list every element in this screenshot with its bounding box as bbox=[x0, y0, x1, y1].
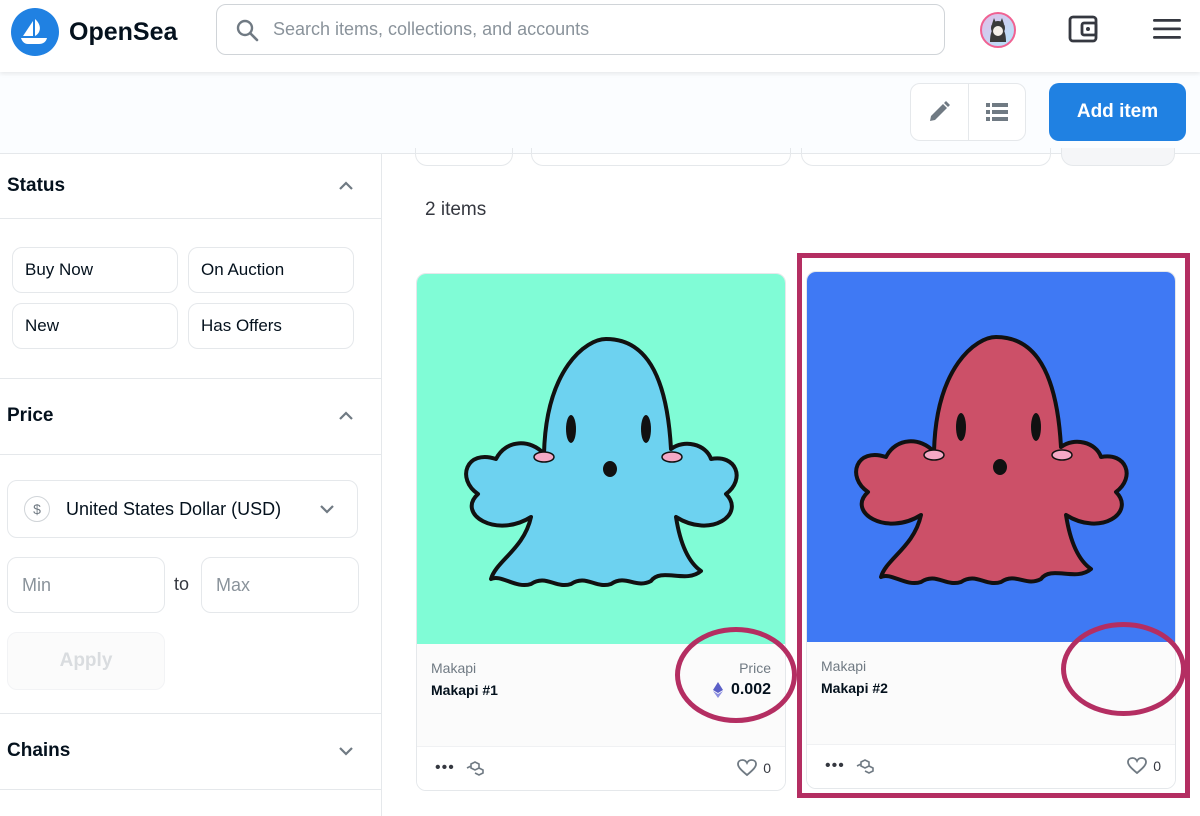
polygon-chain-icon bbox=[466, 761, 484, 776]
sailboat-icon bbox=[11, 8, 59, 56]
chains-section-header[interactable]: Chains bbox=[0, 719, 382, 783]
filter-chip[interactable] bbox=[1061, 148, 1175, 166]
edit-button[interactable] bbox=[911, 84, 968, 140]
top-nav: OpenSea bbox=[0, 0, 1200, 72]
filter-on-auction[interactable]: On Auction bbox=[188, 247, 354, 293]
filter-chip[interactable] bbox=[801, 148, 1051, 166]
card-footer: ••• 0 bbox=[417, 746, 785, 790]
chevron-up-icon bbox=[339, 181, 353, 190]
status-title: Status bbox=[7, 175, 66, 196]
highlight-box bbox=[797, 253, 1190, 798]
highlight-circle bbox=[1061, 622, 1186, 716]
divider bbox=[0, 454, 382, 455]
search-icon bbox=[236, 19, 259, 41]
filter-chip[interactable] bbox=[415, 148, 513, 166]
view-tools bbox=[910, 83, 1026, 141]
filter-new[interactable]: New bbox=[12, 303, 178, 349]
range-separator: to bbox=[174, 574, 190, 594]
chevron-down-icon bbox=[320, 505, 334, 514]
divider bbox=[0, 218, 382, 219]
highlight-circle bbox=[675, 627, 797, 723]
filter-buy-now[interactable]: Buy Now bbox=[12, 247, 178, 293]
dollar-icon: $ bbox=[24, 496, 50, 522]
item-count: 2 items bbox=[425, 199, 487, 220]
add-item-button[interactable]: Add item bbox=[1049, 83, 1186, 141]
apply-button[interactable]: Apply bbox=[7, 632, 165, 690]
hamburger-menu-icon[interactable] bbox=[1152, 18, 1182, 45]
collection-name[interactable]: Makapi bbox=[431, 660, 476, 676]
list-view-button[interactable] bbox=[967, 84, 1025, 140]
currency-label: United States Dollar (USD) bbox=[66, 498, 282, 519]
search-input[interactable] bbox=[273, 19, 873, 40]
chevron-up-icon bbox=[339, 411, 353, 420]
more-options-icon[interactable]: ••• bbox=[435, 759, 455, 777]
price-min-input[interactable]: Min bbox=[7, 557, 165, 613]
like-count: 0 bbox=[763, 760, 771, 776]
filter-chip[interactable] bbox=[531, 148, 791, 166]
item-name[interactable]: Makapi #1 bbox=[431, 682, 498, 698]
brand-name: OpenSea bbox=[69, 17, 178, 46]
chevron-down-icon bbox=[339, 747, 353, 756]
pencil-icon bbox=[930, 101, 951, 121]
price-max-input[interactable]: Max bbox=[201, 557, 359, 613]
opensea-logo[interactable]: OpenSea bbox=[11, 8, 177, 56]
heart-icon bbox=[737, 759, 758, 777]
chains-title: Chains bbox=[7, 740, 71, 761]
status-section-header[interactable]: Status bbox=[0, 154, 382, 218]
filter-sidebar: Status Buy Now On Auction New Has Offers… bbox=[0, 154, 382, 816]
price-section-header[interactable]: Price bbox=[0, 384, 382, 448]
price-title: Price bbox=[7, 405, 54, 426]
search-bar[interactable] bbox=[216, 4, 945, 55]
list-icon bbox=[985, 103, 1008, 121]
divider bbox=[0, 378, 382, 379]
nft-image[interactable] bbox=[417, 274, 785, 644]
wallet-icon[interactable] bbox=[1068, 14, 1100, 49]
favorite-button[interactable]: 0 bbox=[737, 759, 771, 777]
profile-avatar[interactable] bbox=[980, 12, 1016, 48]
currency-select[interactable]: $ United States Dollar (USD) bbox=[7, 480, 358, 538]
filter-has-offers[interactable]: Has Offers bbox=[188, 303, 354, 349]
divider bbox=[0, 713, 382, 714]
collection-toolbar: Add item bbox=[0, 72, 1200, 154]
divider bbox=[0, 789, 382, 790]
